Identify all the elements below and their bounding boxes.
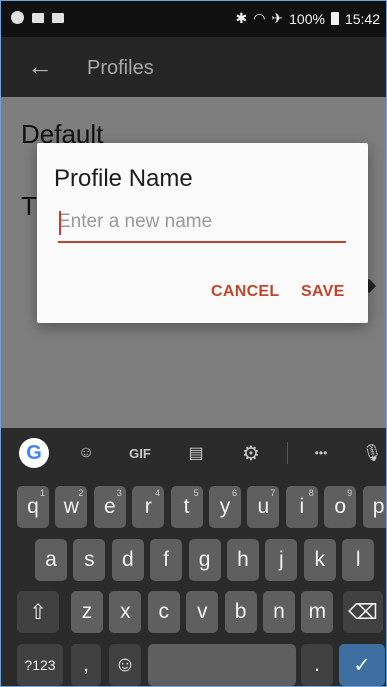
cancel-button[interactable]: CANCEL — [211, 283, 279, 301]
shift-key[interactable]: ⇧ — [17, 591, 59, 633]
save-button[interactable]: SAVE — [301, 283, 345, 301]
key-h[interactable]: h — [227, 539, 259, 581]
key-w[interactable]: 2w — [55, 486, 88, 528]
key-hint-t: 5 — [193, 488, 199, 498]
more-options-icon[interactable]: ••• — [307, 440, 335, 466]
airplane-icon: ✈ — [271, 10, 284, 26]
profile-name-input[interactable] — [58, 207, 346, 243]
checkmark-icon: ✓ — [353, 653, 371, 677]
battery-icon — [330, 12, 339, 25]
text-cursor — [59, 211, 61, 235]
app-bar: ← Profiles — [1, 37, 386, 97]
key-hint-w: 2 — [78, 488, 84, 498]
key-e[interactable]: 3e — [93, 486, 126, 528]
page-title: Profiles — [87, 57, 154, 79]
key-hint-q: 1 — [39, 488, 45, 498]
key-x[interactable]: x — [109, 591, 142, 633]
gif-button[interactable]: GIF — [125, 440, 155, 466]
key-o[interactable]: 9o — [324, 486, 357, 528]
key-y[interactable]: 6y — [209, 486, 241, 528]
key-label-p: p — [372, 495, 385, 518]
key-label-o: o — [334, 495, 347, 518]
profile-item-second[interactable]: T — [21, 191, 37, 222]
key-label-u: u — [257, 495, 270, 518]
key-m[interactable]: m — [301, 591, 334, 633]
voicemail-icon — [32, 12, 44, 23]
key-u[interactable]: 7u — [247, 486, 280, 528]
emoji-icon: ☺ — [114, 653, 136, 676]
key-hint-o: 9 — [347, 488, 353, 498]
profile-name-dialog: Profile Name CANCEL SAVE — [37, 143, 368, 323]
symbols-key[interactable]: ?123 — [17, 644, 63, 686]
bluetooth-icon: ✱ — [235, 10, 248, 26]
settings-gear-icon[interactable]: ⚙ — [239, 440, 263, 466]
clock: 15:42 — [344, 10, 380, 27]
notification-icon — [52, 12, 64, 23]
battery-percentage: 100% — [289, 10, 325, 27]
dialog-title: Profile Name — [54, 165, 193, 192]
spotify-icon — [11, 11, 24, 24]
key-j[interactable]: j — [265, 539, 298, 581]
screen: ✱ ◠ ✈ 100% 15:42 ← Profiles Default T + … — [0, 0, 387, 687]
key-s[interactable]: s — [73, 539, 106, 581]
keyboard: G ☺ GIF ▤ ⚙ ••• 🎙 ⇧ ⌫ ?123 , ☺ . ✓ 1 q 2… — [1, 428, 386, 686]
key-g[interactable]: g — [188, 539, 221, 581]
microphone-icon[interactable]: 🎙 — [362, 440, 382, 466]
key-label-e: e — [103, 495, 116, 518]
key-a[interactable]: a — [35, 539, 67, 581]
key-b[interactable]: b — [224, 591, 257, 633]
wifi-icon: ◠ — [253, 10, 266, 26]
key-f[interactable]: f — [150, 539, 183, 581]
emoji-key[interactable]: ☺ — [109, 644, 141, 686]
key-l[interactable]: l — [342, 539, 375, 581]
status-bar: ✱ ◠ ✈ 100% 15:42 — [1, 1, 386, 37]
key-r[interactable]: 4r — [132, 486, 165, 528]
key-label-r: r — [144, 495, 152, 518]
key-hint-r: 4 — [155, 488, 161, 498]
keyboard-toolbar: G ☺ GIF ▤ ⚙ ••• 🎙 — [1, 428, 386, 478]
backspace-key[interactable]: ⌫ — [343, 591, 383, 633]
back-arrow-icon[interactable]: ← — [27, 51, 53, 82]
key-label-w: w — [63, 495, 79, 518]
period-key[interactable]: . — [301, 644, 333, 686]
key-p[interactable]: 0p — [362, 486, 386, 528]
sticker-icon[interactable]: ☺ — [73, 440, 99, 466]
key-i[interactable]: 8i — [285, 486, 318, 528]
comma-key[interactable]: , — [71, 644, 101, 686]
key-label-q: q — [27, 495, 39, 518]
key-q[interactable]: 1q — [17, 486, 49, 528]
key-hint-i: 8 — [308, 488, 314, 498]
key-hint-u: 7 — [270, 488, 276, 498]
key-t[interactable]: 5t — [170, 486, 203, 528]
key-label-t: t — [183, 495, 190, 518]
key-c[interactable]: c — [147, 591, 180, 633]
key-label-i: i — [299, 495, 305, 518]
key-d[interactable]: d — [111, 539, 144, 581]
key-n[interactable]: n — [263, 591, 295, 633]
google-search-icon[interactable]: G — [19, 438, 49, 468]
toolbar-divider — [287, 442, 288, 464]
enter-key[interactable]: ✓ — [339, 644, 385, 686]
clipboard-icon[interactable]: ▤ — [185, 440, 207, 466]
backspace-icon: ⌫ — [348, 600, 378, 624]
key-z[interactable]: z — [71, 591, 103, 633]
spacebar[interactable] — [148, 644, 296, 686]
shift-arrow-icon: ⇧ — [29, 600, 47, 624]
key-hint-y: 6 — [231, 488, 237, 498]
key-k[interactable]: k — [303, 539, 336, 581]
key-label-y: y — [219, 495, 231, 518]
key-v[interactable]: v — [186, 591, 219, 633]
key-hint-e: 3 — [116, 488, 122, 498]
